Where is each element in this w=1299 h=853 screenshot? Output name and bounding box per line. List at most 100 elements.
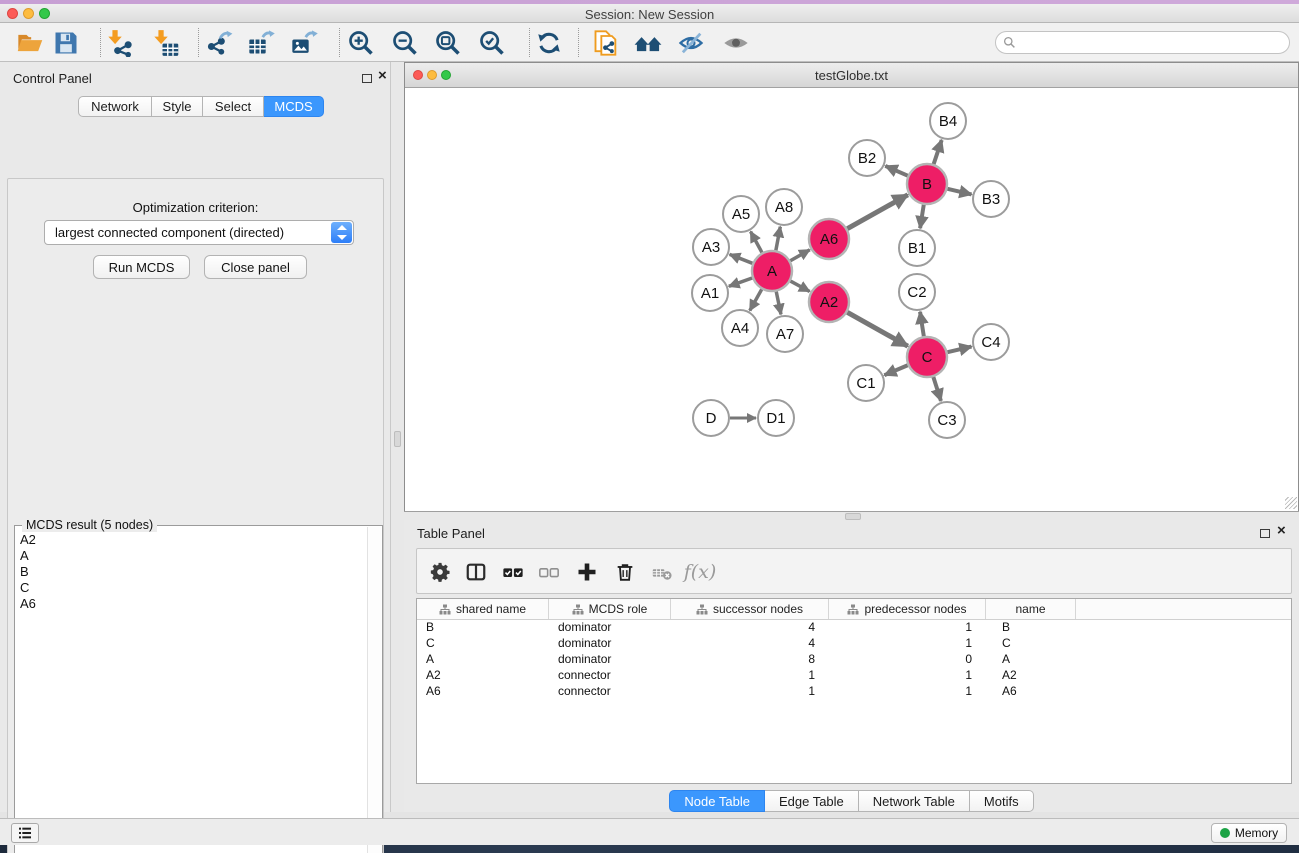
graph-node-A5[interactable]: A5 [723, 196, 759, 232]
network-canvas[interactable]: AA1A2A3A4A5A6A7A8BB1B2B3B4CC1C2C3C4DD1 [405, 89, 1298, 511]
graph-node-A[interactable]: A [752, 251, 792, 291]
graph-edge-A6-B[interactable] [847, 195, 908, 229]
hide-panel-icon[interactable] [674, 27, 708, 59]
node-table[interactable]: shared nameMCDS rolesuccessor nodesprede… [416, 598, 1292, 784]
table-row[interactable]: A6connector11A6 [417, 684, 1291, 700]
graph-edge-A-A6[interactable] [790, 250, 810, 261]
delete-column-icon[interactable] [609, 556, 641, 588]
home-icon[interactable] [631, 27, 665, 59]
settings-gear-icon[interactable] [424, 556, 456, 588]
zoom-fit-icon[interactable] [431, 27, 465, 59]
add-column-icon[interactable] [571, 556, 603, 588]
graph-node-C1[interactable]: C1 [848, 365, 884, 401]
horizontal-splitter[interactable] [404, 511, 1299, 520]
graph-node-D[interactable]: D [693, 400, 729, 436]
graph-edge-B-B3[interactable] [947, 189, 971, 195]
float-panel-icon[interactable] [362, 74, 372, 83]
graph-edge-B-B1[interactable] [920, 205, 924, 228]
delete-table-icon[interactable] [646, 556, 678, 588]
graph-node-A7[interactable]: A7 [767, 316, 803, 352]
float-panel-icon[interactable] [1260, 529, 1270, 538]
graph-edge-C-C4[interactable] [947, 347, 971, 353]
split-view-icon[interactable] [460, 556, 492, 588]
graph-node-B2[interactable]: B2 [849, 140, 885, 176]
mcds-result-item[interactable]: A [20, 548, 366, 564]
graph-edge-A-A8[interactable] [776, 227, 780, 251]
zoom-out-icon[interactable] [388, 27, 422, 59]
close-panel-button[interactable]: Close panel [204, 255, 307, 279]
graph-node-B3[interactable]: B3 [973, 181, 1009, 217]
column-header-predecessor-nodes[interactable]: predecessor nodes [829, 599, 986, 619]
graph-node-A3[interactable]: A3 [693, 229, 729, 265]
graph-edge-A-A5[interactable] [751, 232, 762, 253]
result-scrollbar[interactable] [367, 527, 381, 853]
export-image-icon[interactable] [287, 27, 321, 59]
graph-edge-A2-C[interactable] [847, 312, 908, 346]
save-session-icon[interactable] [49, 27, 83, 59]
tab-node-table[interactable]: Node Table [669, 790, 765, 812]
graph-edge-A-A7[interactable] [776, 292, 781, 315]
zoom-in-icon[interactable] [344, 27, 378, 59]
graph-edge-A-A1[interactable] [729, 278, 752, 286]
search-field[interactable] [995, 31, 1290, 54]
open-session-icon[interactable] [13, 27, 47, 59]
criterion-dropdown[interactable]: largest connected component (directed) [44, 220, 354, 245]
graph-node-C4[interactable]: C4 [973, 324, 1009, 360]
tab-select[interactable]: Select [203, 96, 264, 117]
splitter-handle[interactable] [845, 513, 861, 520]
memory-button[interactable]: Memory [1211, 823, 1287, 843]
graph-edge-B-B2[interactable] [885, 166, 907, 176]
select-all-rows-icon[interactable] [497, 556, 529, 588]
show-panel-icon[interactable] [719, 27, 753, 59]
graph-node-A2[interactable]: A2 [809, 282, 849, 322]
network-from-file-icon[interactable] [589, 27, 623, 59]
import-network-icon[interactable] [103, 27, 137, 59]
export-table-icon[interactable] [244, 27, 278, 59]
tab-network-table[interactable]: Network Table [859, 790, 970, 812]
graph-edge-B-B4[interactable] [934, 140, 942, 164]
graph-node-C[interactable]: C [907, 337, 947, 377]
column-header-name[interactable]: name [986, 599, 1076, 619]
deselect-all-rows-icon[interactable] [533, 556, 565, 588]
graph-node-C3[interactable]: C3 [929, 402, 965, 438]
vertical-splitter[interactable] [391, 62, 404, 812]
function-builder-icon[interactable]: f(x) [680, 556, 720, 588]
tab-motifs[interactable]: Motifs [970, 790, 1034, 812]
tab-style[interactable]: Style [152, 96, 203, 117]
close-panel-icon[interactable]: × [378, 68, 387, 83]
splitter-handle[interactable] [394, 431, 401, 447]
graph-edge-C-C3[interactable] [933, 377, 941, 401]
export-network-icon[interactable] [202, 27, 236, 59]
search-input[interactable] [1016, 36, 1266, 50]
import-table-icon[interactable] [149, 27, 183, 59]
table-row[interactable]: Adominator80A [417, 652, 1291, 668]
graph-node-B4[interactable]: B4 [930, 103, 966, 139]
tab-network[interactable]: Network [78, 96, 152, 117]
graph-edge-A-A2[interactable] [790, 281, 809, 291]
mcds-result-item[interactable]: A2 [20, 532, 366, 548]
graph-node-A6[interactable]: A6 [809, 219, 849, 259]
graph-node-A1[interactable]: A1 [692, 275, 728, 311]
refresh-icon[interactable] [532, 27, 566, 59]
zoom-selected-icon[interactable] [475, 27, 509, 59]
graph-edge-A-A3[interactable] [730, 254, 753, 263]
graph-edge-C-C2[interactable] [920, 312, 924, 336]
tab-edge-table[interactable]: Edge Table [765, 790, 859, 812]
graph-node-D1[interactable]: D1 [758, 400, 794, 436]
mcds-result-item[interactable]: A6 [20, 596, 366, 612]
column-header-successor-nodes[interactable]: successor nodes [671, 599, 829, 619]
tab-mcds[interactable]: MCDS [264, 96, 324, 117]
graph-edge-C-C1[interactable] [884, 365, 907, 375]
task-history-button[interactable] [11, 823, 39, 843]
mcds-result-item[interactable]: C [20, 580, 366, 596]
graph-edge-A-A4[interactable] [750, 289, 762, 310]
graph-node-A4[interactable]: A4 [722, 310, 758, 346]
table-row[interactable]: Cdominator41C [417, 636, 1291, 652]
column-header-shared-name[interactable]: shared name [417, 599, 549, 619]
close-panel-icon[interactable]: × [1277, 523, 1286, 538]
table-row[interactable]: A2connector11A2 [417, 668, 1291, 684]
mcds-result-item[interactable]: B [20, 564, 366, 580]
graph-node-C2[interactable]: C2 [899, 274, 935, 310]
graph-node-A8[interactable]: A8 [766, 189, 802, 225]
graph-node-B[interactable]: B [907, 164, 947, 204]
